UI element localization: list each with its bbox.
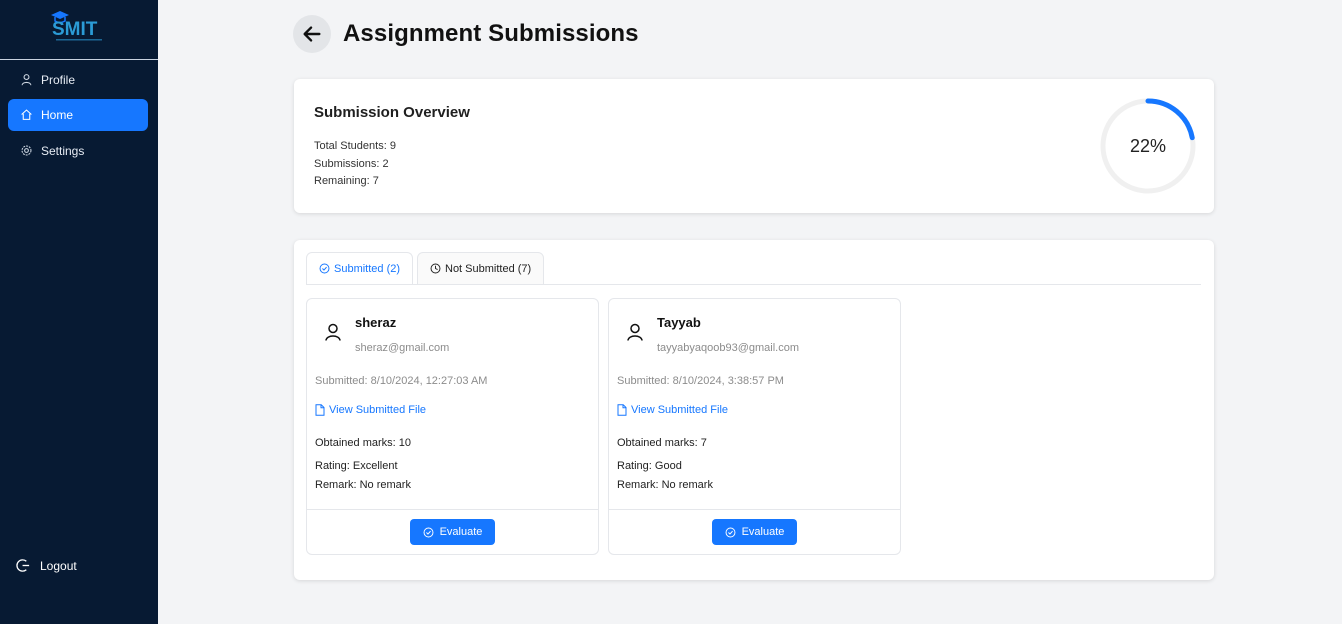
- user-icon: [20, 73, 34, 87]
- remark: Remark: No remark: [315, 479, 411, 491]
- submissions-count: Submissions: 2: [314, 158, 389, 170]
- sidebar-item-home[interactable]: Home: [8, 99, 148, 131]
- submissions-panel: Submitted (2) Not Submitted (7) sheraz s…: [294, 240, 1214, 580]
- rating: Rating: Excellent: [315, 460, 398, 472]
- tab-divider: [306, 284, 1201, 285]
- submission-card: sheraz sheraz@gmail.com Submitted: 8/10/…: [306, 298, 599, 555]
- logout-label: Logout: [40, 558, 77, 573]
- submission-card: Tayyab tayyabyaqoob93@gmail.com Submitte…: [608, 298, 901, 555]
- clock-icon: [430, 263, 441, 274]
- view-file-label: View Submitted File: [631, 404, 729, 416]
- total-students: Total Students: 9: [314, 140, 396, 152]
- file-icon: [617, 404, 627, 416]
- page-title: Assignment Submissions: [343, 20, 639, 47]
- sidebar-item-label: Profile: [41, 73, 76, 87]
- remaining-count: Remaining: 7: [314, 175, 379, 187]
- home-icon: [20, 108, 34, 122]
- sidebar-item-label: Settings: [41, 144, 85, 158]
- student-email: tayyabyaqoob93@gmail.com: [657, 342, 800, 354]
- evaluate-label: Evaluate: [741, 526, 785, 538]
- sidebar-item-label: Home: [41, 108, 74, 122]
- overview-title: Submission Overview: [314, 104, 470, 121]
- submitted-timestamp: Submitted: 8/10/2024, 3:38:57 PM: [617, 375, 784, 387]
- obtained-marks: Obtained marks: 10: [315, 437, 411, 449]
- submission-overview-card: Submission Overview Total Students: 9 Su…: [294, 79, 1214, 213]
- obtained-marks: Obtained marks: 7: [617, 437, 707, 449]
- sidebar-item-profile[interactable]: Profile: [8, 64, 148, 96]
- remark: Remark: No remark: [617, 479, 713, 491]
- tab-label: Not Submitted (7): [445, 262, 532, 275]
- view-file-link[interactable]: View Submitted File: [617, 404, 728, 416]
- student-name: Tayyab: [657, 315, 701, 330]
- logo: SMIT: [0, 0, 158, 60]
- view-file-label: View Submitted File: [329, 404, 427, 416]
- sidebar-item-settings[interactable]: Settings: [8, 135, 148, 167]
- gear-icon: [20, 144, 34, 158]
- evaluate-button[interactable]: Evaluate: [410, 519, 495, 545]
- sidebar: SMIT Profile Home Settings Logout: [0, 0, 158, 624]
- smit-logo-icon: SMIT: [51, 11, 102, 41]
- user-icon: [323, 322, 343, 347]
- tab-submitted[interactable]: Submitted (2): [306, 252, 414, 285]
- arrow-left-icon: [303, 26, 321, 42]
- user-icon: [625, 322, 645, 347]
- check-circle-icon: [319, 263, 330, 274]
- submitted-timestamp: Submitted: 8/10/2024, 12:27:03 AM: [315, 375, 488, 387]
- evaluate-label: Evaluate: [439, 526, 483, 538]
- logo-text: SMIT: [52, 19, 98, 40]
- back-button[interactable]: [293, 15, 331, 53]
- progress-percent: 22%: [1129, 136, 1167, 156]
- tab-label: Submitted (2): [334, 262, 401, 275]
- student-name: sheraz: [355, 315, 397, 330]
- logout-icon: [16, 558, 31, 573]
- check-circle-icon: [725, 527, 736, 538]
- tab-not-submitted[interactable]: Not Submitted (7): [417, 252, 545, 285]
- card-divider: [307, 509, 598, 510]
- evaluate-button[interactable]: Evaluate: [712, 519, 797, 545]
- check-circle-icon: [423, 527, 434, 538]
- rating: Rating: Good: [617, 460, 682, 472]
- logout-button[interactable]: Logout: [16, 558, 77, 573]
- card-divider: [609, 509, 900, 510]
- file-icon: [315, 404, 325, 416]
- view-file-link[interactable]: View Submitted File: [315, 404, 426, 416]
- student-email: sheraz@gmail.com: [355, 342, 450, 354]
